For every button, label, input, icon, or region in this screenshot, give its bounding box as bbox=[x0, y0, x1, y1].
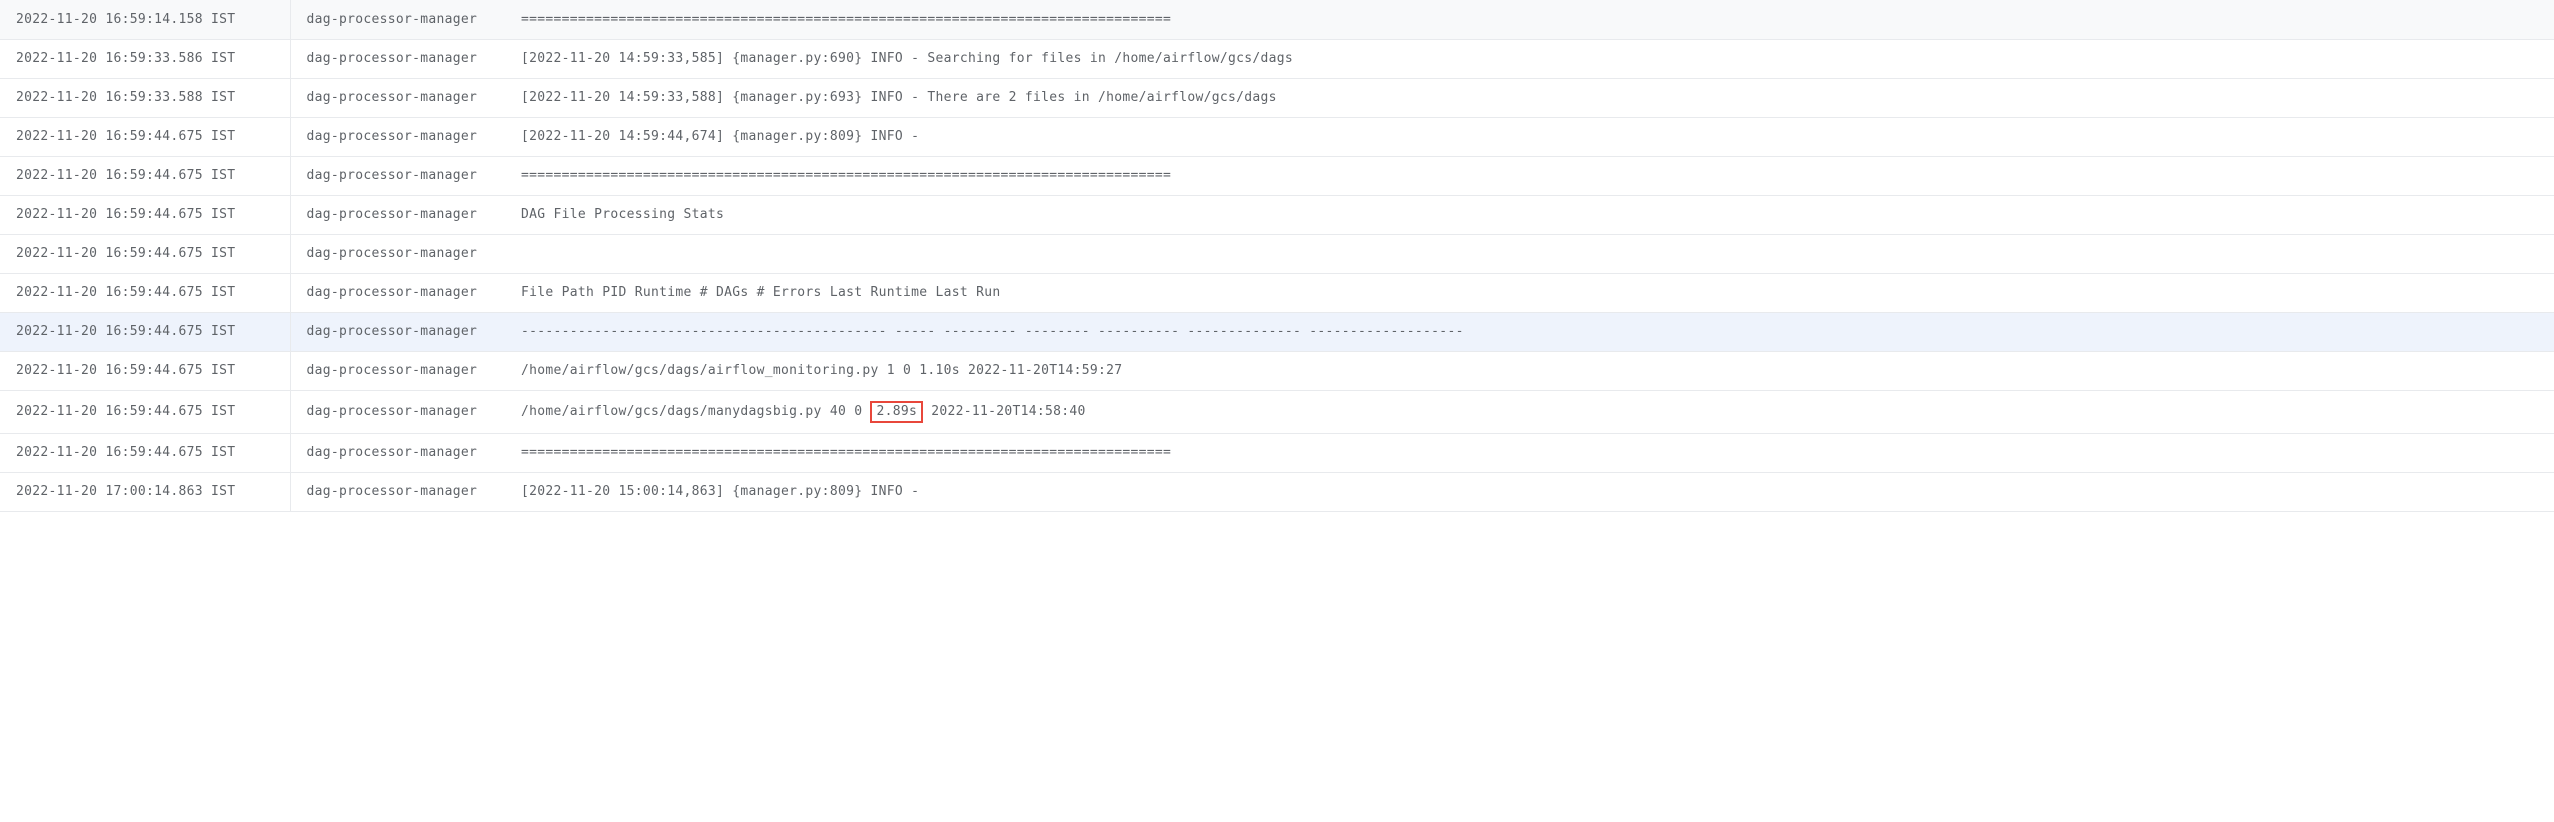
log-timestamp: 2022-11-20 16:59:44.675 IST bbox=[0, 390, 290, 433]
log-row[interactable]: 2022-11-20 16:59:14.158 ISTdag-processor… bbox=[0, 0, 2554, 39]
log-row[interactable]: 2022-11-20 16:59:44.675 ISTdag-processor… bbox=[0, 390, 2554, 433]
log-table-body: 2022-11-20 16:59:14.158 ISTdag-processor… bbox=[0, 0, 2554, 511]
log-table: 2022-11-20 16:59:14.158 ISTdag-processor… bbox=[0, 0, 2554, 512]
log-row[interactable]: 2022-11-20 16:59:44.675 ISTdag-processor… bbox=[0, 234, 2554, 273]
log-message: [2022-11-20 14:59:33,585] {manager.py:69… bbox=[505, 39, 2554, 78]
log-source: dag-processor-manager bbox=[290, 351, 505, 390]
log-row[interactable]: 2022-11-20 16:59:33.586 ISTdag-processor… bbox=[0, 39, 2554, 78]
log-source: dag-processor-manager bbox=[290, 195, 505, 234]
log-source: dag-processor-manager bbox=[290, 156, 505, 195]
log-timestamp: 2022-11-20 16:59:44.675 IST bbox=[0, 351, 290, 390]
log-timestamp: 2022-11-20 16:59:44.675 IST bbox=[0, 117, 290, 156]
log-row[interactable]: 2022-11-20 16:59:44.675 ISTdag-processor… bbox=[0, 312, 2554, 351]
log-source: dag-processor-manager bbox=[290, 117, 505, 156]
log-message: ========================================… bbox=[505, 433, 2554, 472]
log-message: [2022-11-20 14:59:33,588] {manager.py:69… bbox=[505, 78, 2554, 117]
log-source: dag-processor-manager bbox=[290, 312, 505, 351]
log-row[interactable]: 2022-11-20 16:59:44.675 ISTdag-processor… bbox=[0, 156, 2554, 195]
log-message: [2022-11-20 14:59:44,674] {manager.py:80… bbox=[505, 117, 2554, 156]
log-row[interactable]: 2022-11-20 16:59:44.675 ISTdag-processor… bbox=[0, 117, 2554, 156]
log-row[interactable]: 2022-11-20 16:59:44.675 ISTdag-processor… bbox=[0, 433, 2554, 472]
log-row[interactable]: 2022-11-20 17:00:14.863 ISTdag-processor… bbox=[0, 472, 2554, 511]
log-source: dag-processor-manager bbox=[290, 273, 505, 312]
log-message bbox=[505, 234, 2554, 273]
log-source: dag-processor-manager bbox=[290, 390, 505, 433]
log-message-prefix: /home/airflow/gcs/dags/manydagsbig.py 40… bbox=[521, 404, 870, 419]
log-timestamp: 2022-11-20 16:59:44.675 IST bbox=[0, 156, 290, 195]
log-timestamp: 2022-11-20 16:59:33.586 IST bbox=[0, 39, 290, 78]
log-message: /home/airflow/gcs/dags/manydagsbig.py 40… bbox=[505, 390, 2554, 433]
annotation-highlight-box: 2.89s bbox=[870, 401, 923, 423]
log-timestamp: 2022-11-20 17:00:14.863 IST bbox=[0, 472, 290, 511]
log-message-suffix: 2022-11-20T14:58:40 bbox=[923, 404, 1086, 419]
log-source: dag-processor-manager bbox=[290, 39, 505, 78]
log-message: DAG File Processing Stats bbox=[505, 195, 2554, 234]
log-timestamp: 2022-11-20 16:59:44.675 IST bbox=[0, 433, 290, 472]
log-row[interactable]: 2022-11-20 16:59:33.588 ISTdag-processor… bbox=[0, 78, 2554, 117]
log-source: dag-processor-manager bbox=[290, 234, 505, 273]
log-timestamp: 2022-11-20 16:59:44.675 IST bbox=[0, 312, 290, 351]
log-source: dag-processor-manager bbox=[290, 78, 505, 117]
log-source: dag-processor-manager bbox=[290, 433, 505, 472]
log-message: [2022-11-20 15:00:14,863] {manager.py:80… bbox=[505, 472, 2554, 511]
log-message: ----------------------------------------… bbox=[505, 312, 2554, 351]
log-timestamp: 2022-11-20 16:59:33.588 IST bbox=[0, 78, 290, 117]
log-message: File Path PID Runtime # DAGs # Errors La… bbox=[505, 273, 2554, 312]
log-row[interactable]: 2022-11-20 16:59:44.675 ISTdag-processor… bbox=[0, 351, 2554, 390]
log-timestamp: 2022-11-20 16:59:44.675 IST bbox=[0, 273, 290, 312]
log-message: ========================================… bbox=[505, 156, 2554, 195]
log-row[interactable]: 2022-11-20 16:59:44.675 ISTdag-processor… bbox=[0, 273, 2554, 312]
log-timestamp: 2022-11-20 16:59:44.675 IST bbox=[0, 234, 290, 273]
log-timestamp: 2022-11-20 16:59:14.158 IST bbox=[0, 0, 290, 39]
log-source: dag-processor-manager bbox=[290, 0, 505, 39]
log-timestamp: 2022-11-20 16:59:44.675 IST bbox=[0, 195, 290, 234]
log-message: /home/airflow/gcs/dags/airflow_monitorin… bbox=[505, 351, 2554, 390]
log-row[interactable]: 2022-11-20 16:59:44.675 ISTdag-processor… bbox=[0, 195, 2554, 234]
log-message: ========================================… bbox=[505, 0, 2554, 39]
log-source: dag-processor-manager bbox=[290, 472, 505, 511]
